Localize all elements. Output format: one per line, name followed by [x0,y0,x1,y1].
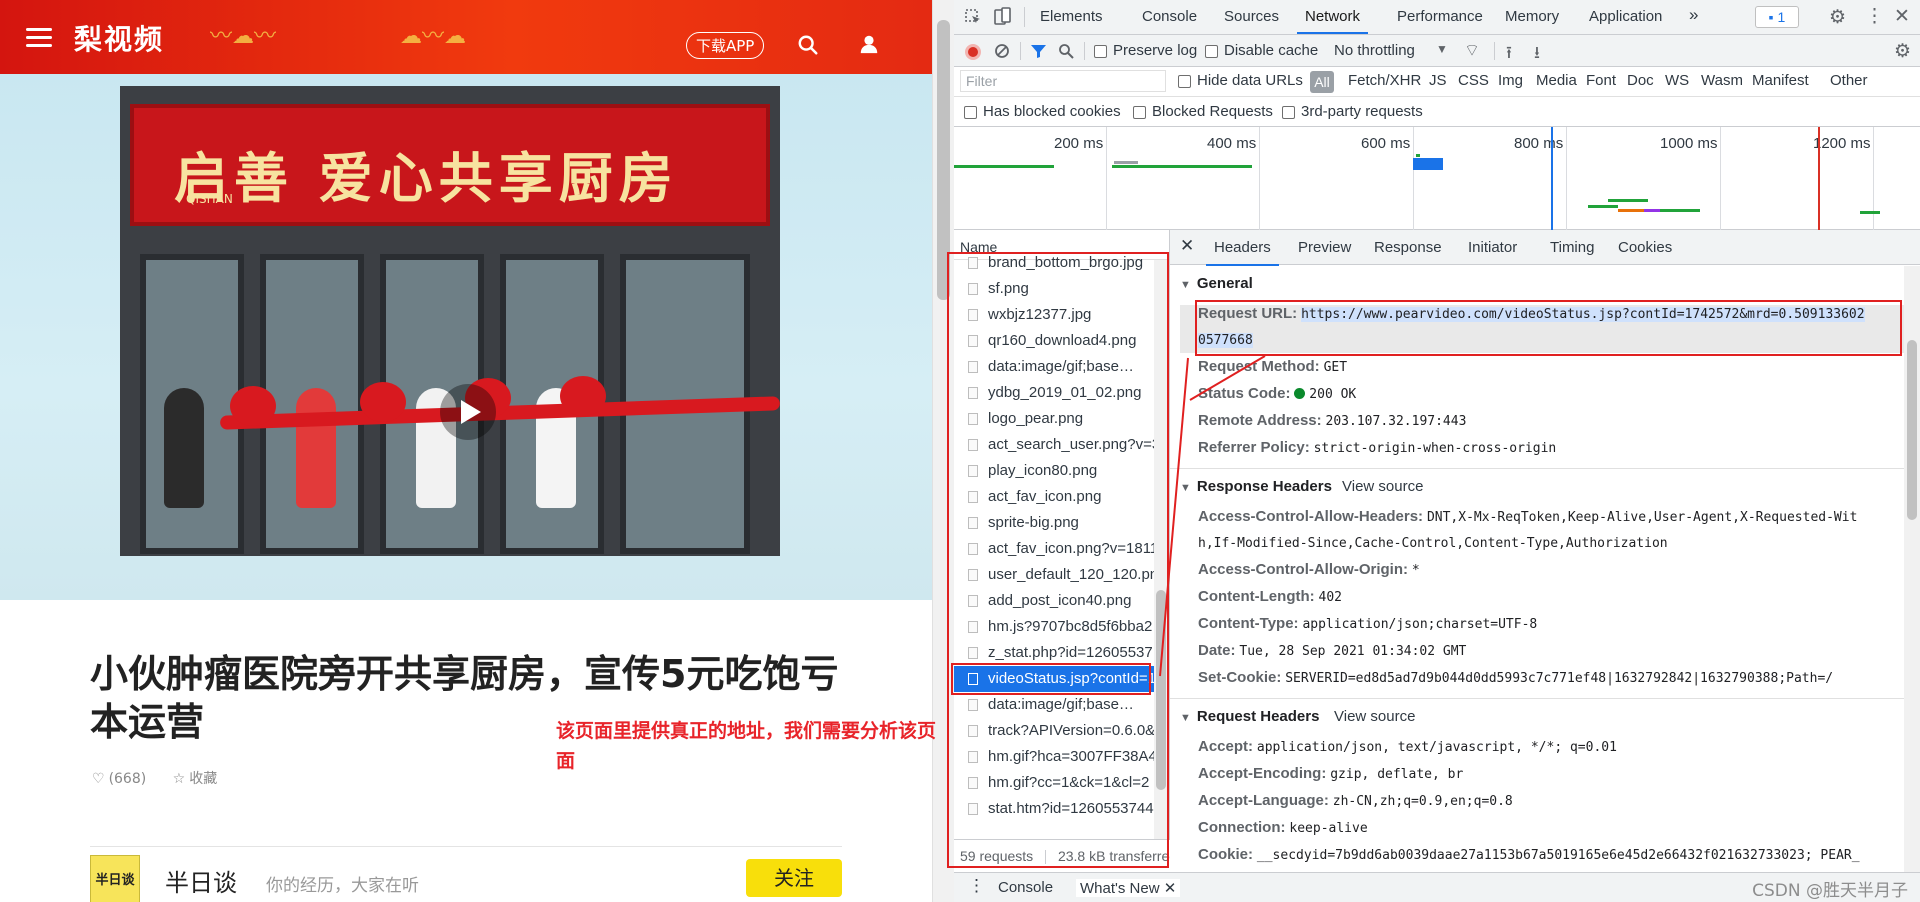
screenshot-root: 梨视频 〰☁〰 ☁〰☁ 下载APP 启善 爱心共享厨房 QISHAN 小伙肿瘤医… [0,0,1920,902]
watermark: CSDN @胜天半月子 [1752,881,1908,901]
annotation-note: 该页面里提供真正的地址，我们需要分析该页面 [556,720,937,772]
annotation-arrows [1159,355,1266,677]
annotation-arrow-line [1159,357,1189,677]
annotation-arrow-line [1189,355,1266,401]
